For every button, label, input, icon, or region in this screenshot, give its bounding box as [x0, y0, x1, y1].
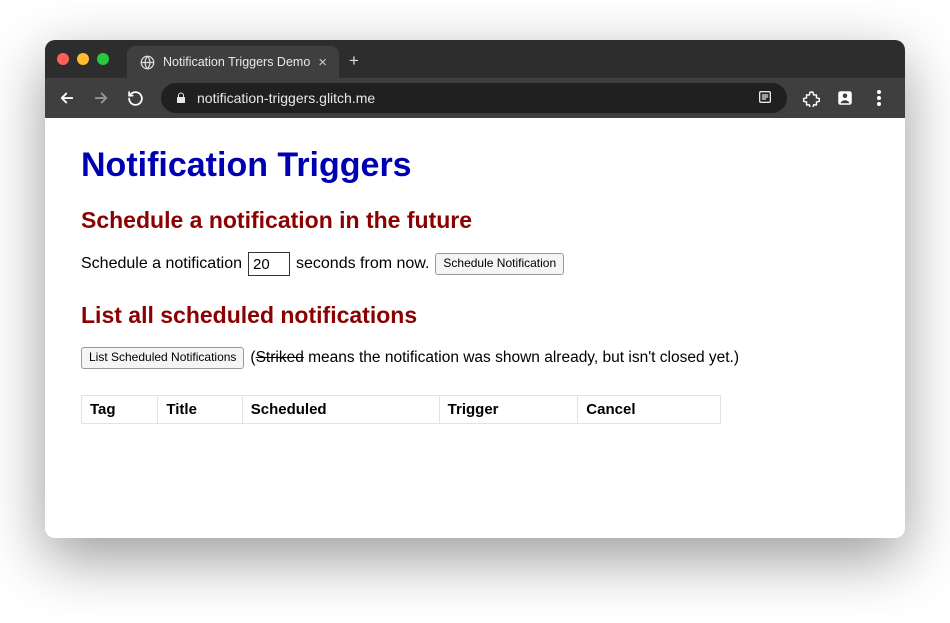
address-bar[interactable]: notification-triggers.glitch.me [161, 83, 787, 113]
new-tab-button[interactable]: + [349, 51, 359, 71]
col-tag: Tag [82, 395, 158, 423]
maximize-window-icon[interactable] [97, 53, 109, 65]
window-controls [57, 53, 109, 65]
list-row: List Scheduled Notifications (Striked me… [81, 347, 869, 369]
page-title: Notification Triggers [81, 146, 869, 185]
col-title: Title [158, 395, 242, 423]
striked-word: Striked [256, 349, 304, 366]
menu-icon[interactable] [869, 88, 889, 108]
page-content: Notification Triggers Schedule a notific… [45, 118, 905, 538]
table-header-row: Tag Title Scheduled Trigger Cancel [82, 395, 721, 423]
notifications-table: Tag Title Scheduled Trigger Cancel [81, 395, 721, 424]
close-tab-icon[interactable]: × [318, 54, 327, 71]
striked-note: (Striked means the notification was show… [250, 349, 739, 367]
list-button[interactable]: List Scheduled Notifications [81, 347, 244, 369]
col-cancel: Cancel [578, 395, 721, 423]
schedule-button[interactable]: Schedule Notification [435, 253, 564, 275]
back-button[interactable] [55, 86, 79, 110]
extension-icon[interactable] [801, 88, 821, 108]
minimize-window-icon[interactable] [77, 53, 89, 65]
browser-window: Notification Triggers Demo × + notificat… [45, 40, 905, 538]
tab-strip: Notification Triggers Demo × + [45, 40, 905, 78]
globe-icon [139, 54, 155, 70]
list-heading: List all scheduled notifications [81, 302, 869, 329]
browser-toolbar: notification-triggers.glitch.me [45, 78, 905, 118]
forward-button[interactable] [89, 86, 113, 110]
url-text: notification-triggers.glitch.me [197, 90, 747, 106]
col-scheduled: Scheduled [242, 395, 439, 423]
reader-mode-icon[interactable] [757, 89, 773, 108]
schedule-text-before: Schedule a notification [81, 255, 242, 273]
col-trigger: Trigger [439, 395, 578, 423]
schedule-row: Schedule a notification seconds from now… [81, 252, 869, 276]
close-window-icon[interactable] [57, 53, 69, 65]
reload-button[interactable] [123, 86, 147, 110]
profile-icon[interactable] [835, 88, 855, 108]
toolbar-right [801, 88, 895, 108]
schedule-heading: Schedule a notification in the future [81, 207, 869, 234]
seconds-input[interactable] [248, 252, 290, 276]
browser-tab[interactable]: Notification Triggers Demo × [127, 46, 339, 78]
lock-icon [175, 92, 187, 104]
schedule-text-after: seconds from now. [296, 255, 429, 273]
tab-title: Notification Triggers Demo [163, 55, 310, 69]
